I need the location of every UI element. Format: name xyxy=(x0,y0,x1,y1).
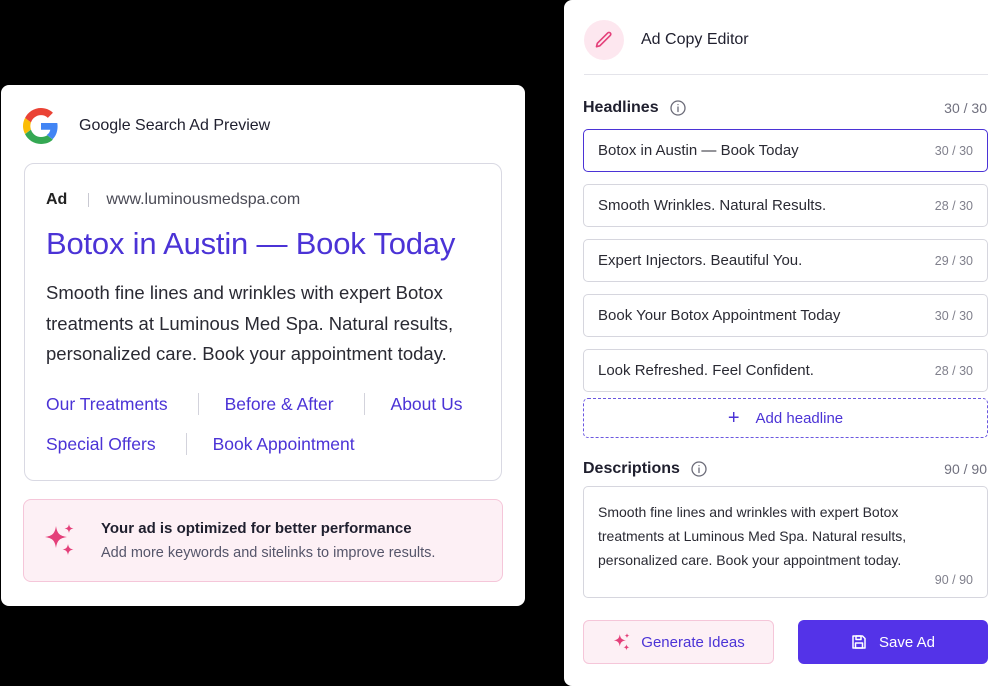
add-headline-label: Add headline xyxy=(755,409,844,427)
char-count: 30 / 30 xyxy=(934,143,973,158)
headlines-label: Headlines xyxy=(583,99,659,116)
save-icon xyxy=(852,635,866,649)
ad-url[interactable]: www.luminousmedspa.com xyxy=(106,191,300,209)
generate-ideas-button[interactable]: Generate Ideas xyxy=(583,620,774,664)
description-textarea[interactable]: Smooth fine lines and wrinkles with expe… xyxy=(583,486,988,598)
sparkle-icon xyxy=(45,524,74,555)
plus-icon: + xyxy=(727,407,740,429)
sparkle-icon xyxy=(613,633,630,651)
ad-label: Ad xyxy=(46,191,68,208)
char-count: 30 / 30 xyxy=(934,308,973,323)
pencil-icon xyxy=(595,31,612,48)
char-count: 28 / 30 xyxy=(934,363,973,378)
headlines-header: Headlines 30 / 30 xyxy=(583,96,987,120)
descriptions-count: 90 / 90 xyxy=(944,461,987,477)
ad-description: Smooth fine lines and wrinkles with expe… xyxy=(46,282,454,364)
headline-input-4[interactable]: Book Your Botox Appointment Today 30 / 3… xyxy=(583,294,988,337)
editor-title: Ad Copy Editor xyxy=(641,31,749,48)
char-count: 90 / 90 xyxy=(934,573,973,587)
description-text: Smooth fine lines and wrinkles with expe… xyxy=(598,504,907,568)
optimization-title: Your ad is optimized for better performa… xyxy=(101,520,412,537)
search-ad: Ad www.luminousmedspa.com Botox in Austi… xyxy=(24,163,502,481)
sitelink-book-appointment[interactable]: Book Appointment xyxy=(213,434,355,455)
ad-copy-editor: Ad Copy Editor Headlines 30 / 30 Botox i… xyxy=(564,0,1008,686)
headline-text: Expert Injectors. Beautiful You. xyxy=(598,252,803,269)
divider xyxy=(88,193,90,207)
headline-text: Botox in Austin — Book Today xyxy=(598,142,799,159)
headline-input-5[interactable]: Look Refreshed. Feel Confident. 28 / 30 xyxy=(583,349,988,392)
editor-header: Ad Copy Editor xyxy=(584,20,749,60)
headline-text: Look Refreshed. Feel Confident. xyxy=(598,362,814,379)
sitelinks: Our Treatments Before & After About Us S… xyxy=(46,392,486,472)
descriptions-header: Descriptions 90 / 90 xyxy=(583,457,987,481)
headline-input-1[interactable]: Botox in Austin — Book Today 30 / 30 xyxy=(583,129,988,172)
save-ad-button[interactable]: Save Ad xyxy=(798,620,988,664)
divider xyxy=(197,393,199,415)
divider xyxy=(584,74,988,75)
char-count: 28 / 30 xyxy=(934,198,973,213)
optimization-subtitle: Add more keywords and sitelinks to impro… xyxy=(101,545,436,561)
optimization-banner: Your ad is optimized for better performa… xyxy=(23,499,503,582)
char-count: 29 / 30 xyxy=(934,253,973,268)
ad-meta: Ad www.luminousmedspa.com xyxy=(46,191,300,209)
headline-input-3[interactable]: Expert Injectors. Beautiful You. 29 / 30 xyxy=(583,239,988,282)
info-icon[interactable] xyxy=(669,100,686,116)
divider xyxy=(185,433,187,455)
sitelink-special-offers[interactable]: Special Offers xyxy=(46,434,156,455)
ad-headline[interactable]: Botox in Austin — Book Today xyxy=(46,226,455,262)
preview-header: Google Search Ad Preview xyxy=(23,107,270,145)
sitelink-before-after[interactable]: Before & After xyxy=(225,394,334,415)
divider xyxy=(363,393,365,415)
pencil-icon-badge xyxy=(584,20,624,60)
sitelink-our-treatments[interactable]: Our Treatments xyxy=(46,394,168,415)
add-headline-button[interactable]: + Add headline xyxy=(583,398,988,438)
info-icon[interactable] xyxy=(691,461,707,477)
headline-text: Book Your Botox Appointment Today xyxy=(598,307,841,324)
google-logo-icon xyxy=(23,108,58,144)
preview-title: Google Search Ad Preview xyxy=(79,117,271,134)
headline-text: Smooth Wrinkles. Natural Results. xyxy=(598,197,827,214)
descriptions-label: Descriptions xyxy=(583,460,680,477)
ad-preview-card: Google Search Ad Preview Ad www.luminous… xyxy=(1,85,525,606)
headlines-count: 30 / 30 xyxy=(944,100,987,116)
headline-input-2[interactable]: Smooth Wrinkles. Natural Results. 28 / 3… xyxy=(583,184,988,227)
save-ad-label: Save Ad xyxy=(879,633,935,651)
generate-ideas-label: Generate Ideas xyxy=(641,633,745,651)
sitelink-about-us[interactable]: About Us xyxy=(391,394,463,415)
